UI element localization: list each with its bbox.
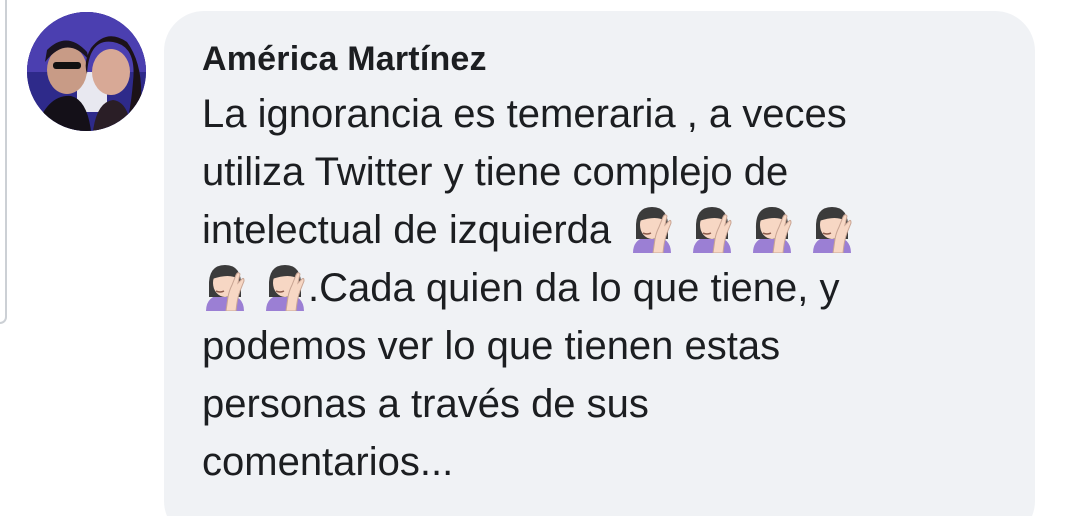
comment-bubble: América Martínez La ignorancia es temera… (164, 11, 1035, 516)
woman-facepalming-icon (809, 203, 855, 254)
emoji-row (202, 265, 308, 312)
thread-connector-line (0, 0, 7, 324)
comment-line: personas a través de sus (202, 382, 649, 426)
comment-line: podemos ver lo que tienen estas (202, 324, 781, 368)
woman-facepalming-icon (749, 203, 795, 254)
comment-line-text: .Cada quien da lo que tiene, y (308, 266, 840, 310)
comment-author[interactable]: América Martínez (202, 37, 1005, 81)
comment-line: La ignorancia es temeraria , a veces (202, 92, 847, 136)
comment-screen: América Martínez La ignorancia es temera… (0, 0, 1071, 516)
avatar[interactable] (27, 12, 146, 131)
comment-line: .Cada quien da lo que tiene, y (202, 259, 1002, 317)
woman-facepalming-icon (202, 261, 248, 312)
woman-facepalming-icon (262, 261, 308, 312)
avatar-photo (27, 12, 146, 131)
comment-line: intelectual de izquierda (202, 201, 1002, 259)
emoji-row (611, 207, 855, 254)
woman-facepalming-icon (689, 203, 735, 254)
comment-text: La ignorancia es temeraria , a veces uti… (202, 85, 1002, 491)
woman-facepalming-icon (629, 203, 675, 254)
comment-line-text: intelectual de izquierda (202, 208, 612, 252)
comment-line: utiliza Twitter y tiene complejo de (202, 150, 789, 194)
comment-line: comentarios... (202, 440, 454, 484)
